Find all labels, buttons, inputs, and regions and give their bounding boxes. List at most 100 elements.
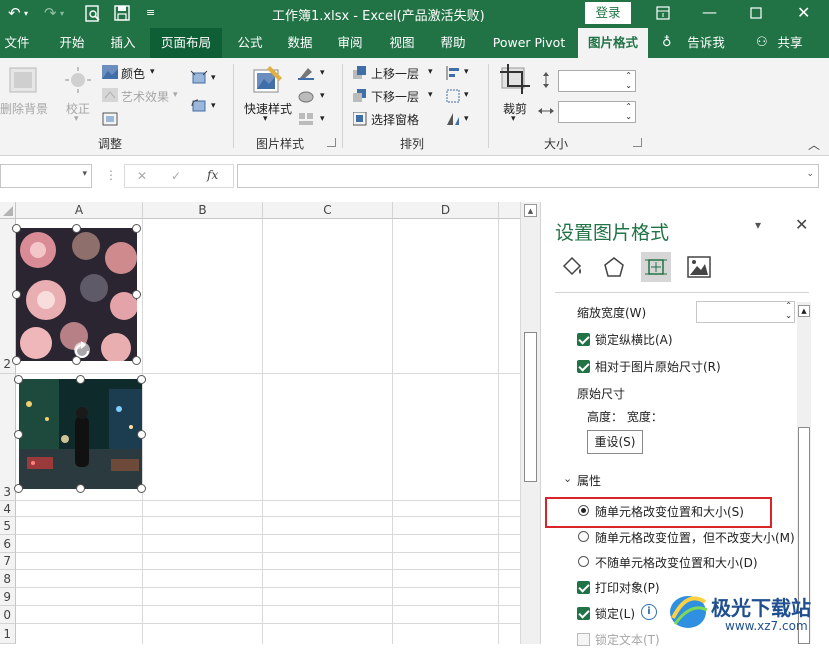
tab-tell-me[interactable]: 告诉我 xyxy=(682,28,730,58)
rotate-icon[interactable] xyxy=(446,112,460,126)
customize-qat-icon[interactable]: ≡ xyxy=(146,6,155,19)
picture-border-icon[interactable] xyxy=(298,66,314,80)
relative-original-checkbox[interactable] xyxy=(577,360,590,373)
undo-icon[interactable]: ↶ xyxy=(8,4,21,22)
align-icon[interactable] xyxy=(446,66,460,80)
resize-handle[interactable] xyxy=(76,484,85,493)
roses-picture[interactable] xyxy=(16,228,138,363)
column-header-e[interactable] xyxy=(499,202,520,219)
row-header-8[interactable]: 8 xyxy=(0,570,16,588)
minimize-icon[interactable]: — xyxy=(702,3,717,21)
resize-handle[interactable] xyxy=(72,356,81,365)
picture-effects-icon[interactable] xyxy=(298,89,314,103)
info-icon[interactable]: i xyxy=(641,604,657,620)
remove-background-button[interactable]: 删除背景 xyxy=(0,100,48,117)
reset-button[interactable]: 重设(S) xyxy=(587,430,643,454)
pane-options-icon[interactable]: ▾ xyxy=(755,218,761,232)
tab-insert[interactable]: 插入 xyxy=(100,28,146,58)
resize-handle[interactable] xyxy=(132,290,141,299)
size-launcher-icon[interactable] xyxy=(633,138,642,147)
height-spin-up-icon[interactable]: ⌃ xyxy=(625,71,632,80)
resize-handle[interactable] xyxy=(137,375,146,384)
resize-handle[interactable] xyxy=(72,224,81,233)
worksheet-grid[interactable]: A B C D 2 3 4 5 6 7 8 9 0 1 ▲ xyxy=(0,202,540,644)
resize-handle[interactable] xyxy=(132,224,141,233)
picture-layout-icon[interactable] xyxy=(298,112,314,126)
fill-line-icon[interactable] xyxy=(561,256,583,278)
print-object-checkbox[interactable] xyxy=(577,581,590,594)
scroll-thumb[interactable] xyxy=(524,332,537,482)
column-header-a[interactable]: A xyxy=(16,202,143,219)
pane-scroll-up-icon[interactable]: ▲ xyxy=(798,305,810,317)
width-input[interactable]: ⌃ ⌄ xyxy=(558,101,636,123)
size-properties-tab[interactable] xyxy=(641,252,671,282)
resize-handle[interactable] xyxy=(137,484,146,493)
width-spin-down-icon[interactable]: ⌄ xyxy=(625,112,632,121)
night-street-picture[interactable] xyxy=(19,379,142,489)
column-header-c[interactable]: C xyxy=(263,202,393,219)
properties-collapse-icon[interactable]: ⌄ xyxy=(563,472,572,485)
selection-pane-button[interactable]: 选择窗格 xyxy=(371,111,419,128)
height-input[interactable]: ⌃ ⌄ xyxy=(558,70,636,92)
row-header-6[interactable]: 6 xyxy=(0,535,16,553)
resize-handle[interactable] xyxy=(12,356,21,365)
picture-styles-launcher-icon[interactable] xyxy=(327,138,336,147)
row-header-10[interactable]: 0 xyxy=(0,606,16,624)
no-move-radio[interactable] xyxy=(578,556,589,567)
change-picture-icon[interactable] xyxy=(190,98,208,114)
group-objects-icon[interactable] xyxy=(446,89,460,103)
tab-file[interactable]: 文件 xyxy=(0,28,34,58)
resize-handle[interactable] xyxy=(14,375,23,384)
send-backward-button[interactable]: 下移一层 xyxy=(371,88,419,105)
formula-input[interactable]: ⌄ xyxy=(237,164,819,188)
undo-dropdown-icon[interactable]: ▾ xyxy=(24,9,28,18)
tab-help[interactable]: 帮助 xyxy=(432,28,474,58)
quick-styles-button[interactable]: 快速样式 xyxy=(244,100,292,117)
scale-width-down-icon[interactable]: ⌄ xyxy=(785,311,792,320)
tab-data[interactable]: 数据 xyxy=(277,28,323,58)
expand-formula-icon[interactable]: ⌄ xyxy=(806,169,814,179)
select-all-corner[interactable] xyxy=(0,202,16,219)
save-icon[interactable] xyxy=(114,5,130,21)
row-header-3[interactable]: 3 xyxy=(0,374,16,501)
vertical-scrollbar[interactable]: ▲ xyxy=(520,202,540,644)
color-button[interactable]: 颜色 xyxy=(121,65,145,82)
share-button[interactable]: 共享 xyxy=(774,28,806,58)
login-button[interactable]: 登录 xyxy=(585,2,631,24)
row-header-4[interactable]: 4 xyxy=(0,501,16,517)
row-header-7[interactable]: 7 xyxy=(0,553,16,570)
print-preview-icon[interactable] xyxy=(85,5,101,23)
collapse-ribbon-icon[interactable]: ︿ xyxy=(808,136,820,153)
resize-handle[interactable] xyxy=(132,356,141,365)
move-size-radio[interactable] xyxy=(578,505,589,516)
column-header-b[interactable]: B xyxy=(143,202,263,219)
tab-review[interactable]: 审阅 xyxy=(330,28,370,58)
row-header-5[interactable]: 5 xyxy=(0,517,16,535)
resize-handle[interactable] xyxy=(137,430,146,439)
properties-heading[interactable]: 属性 xyxy=(577,472,601,489)
tab-view[interactable]: 视图 xyxy=(382,28,422,58)
picture-tab-icon[interactable] xyxy=(687,256,711,278)
scroll-up-icon[interactable]: ▲ xyxy=(524,204,537,217)
tab-formulas[interactable]: 公式 xyxy=(228,28,272,58)
resize-handle[interactable] xyxy=(14,430,23,439)
tab-home[interactable]: 开始 xyxy=(48,28,96,58)
resize-handle[interactable] xyxy=(76,375,85,384)
transparency-icon[interactable] xyxy=(102,112,118,126)
locked-checkbox[interactable] xyxy=(577,607,590,620)
effects-pentagon-icon[interactable] xyxy=(603,256,625,278)
close-icon[interactable]: ✕ xyxy=(797,3,810,22)
bring-forward-button[interactable]: 上移一层 xyxy=(371,65,419,82)
ribbon-display-icon[interactable] xyxy=(656,6,670,20)
maximize-icon[interactable] xyxy=(750,7,762,19)
pane-close-icon[interactable]: ✕ xyxy=(795,215,808,234)
row-header-9[interactable]: 9 xyxy=(0,588,16,606)
tab-picture-format[interactable]: 图片格式 xyxy=(578,28,648,58)
resize-handle[interactable] xyxy=(12,290,21,299)
row-header-11[interactable]: 1 xyxy=(0,624,16,644)
scale-width-input[interactable]: ⌃ ⌄ xyxy=(696,301,795,323)
insert-function-icon[interactable]: fx xyxy=(207,168,218,182)
resize-handle[interactable] xyxy=(14,484,23,493)
width-spin-up-icon[interactable]: ⌃ xyxy=(625,102,632,111)
compress-pictures-icon[interactable] xyxy=(190,70,208,86)
